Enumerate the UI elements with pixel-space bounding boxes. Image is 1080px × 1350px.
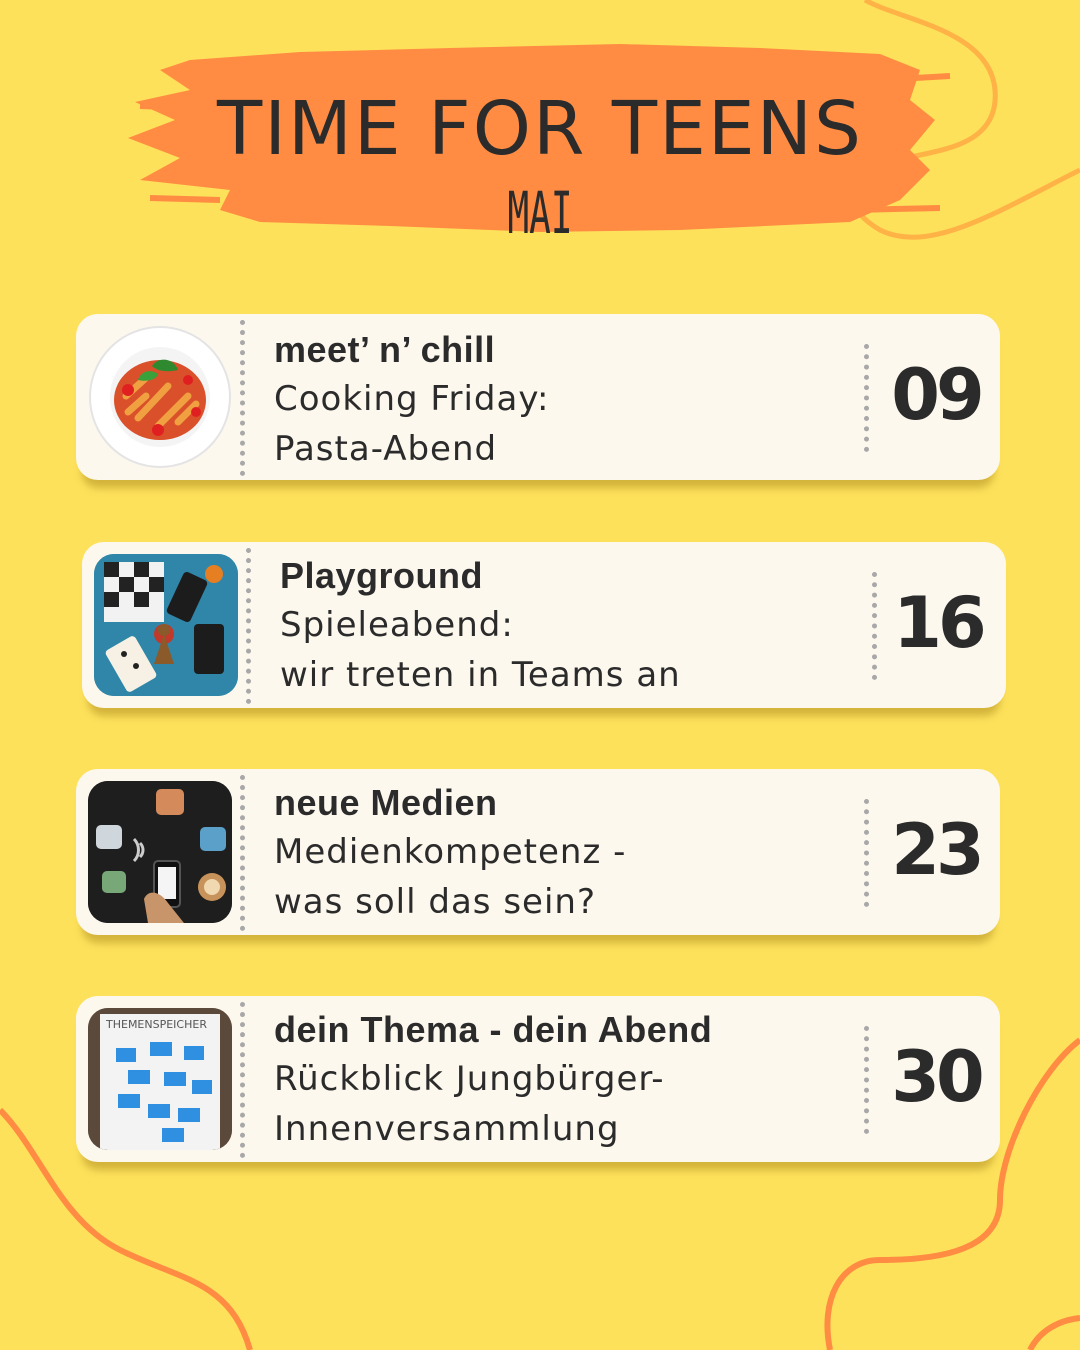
event-subtitle: was soll das sein? bbox=[274, 882, 596, 922]
page-title: TIME FOR TEENS bbox=[217, 86, 863, 172]
event-card[interactable]: meet’ n’ chill Cooking Friday: Pasta-Abe… bbox=[76, 314, 1000, 480]
header: TIME FOR TEENS MAI bbox=[120, 40, 960, 247]
event-title: Rückblick Jungbürger- bbox=[274, 1059, 665, 1099]
event-category: dein Thema - dein Abend bbox=[274, 1009, 713, 1050]
event-day: 30 bbox=[891, 1036, 984, 1118]
event-title: Cooking Friday: bbox=[274, 379, 550, 419]
pasta-plate-photo bbox=[88, 326, 232, 468]
board-heading: THEMENSPEICHER bbox=[105, 1018, 207, 1031]
dotted-divider bbox=[864, 344, 869, 452]
smartphone-apps-photo bbox=[88, 781, 232, 923]
event-title: Medienkompetenz - bbox=[274, 832, 627, 872]
event-category: Playground bbox=[280, 555, 484, 596]
dotted-divider bbox=[246, 548, 251, 704]
dotted-divider bbox=[240, 775, 245, 931]
dotted-divider bbox=[240, 1002, 245, 1158]
themenspeicher-board-photo: THEMENSPEICHER bbox=[88, 1008, 232, 1150]
dotted-divider bbox=[872, 572, 877, 680]
board-games-photo bbox=[94, 554, 238, 696]
event-title: Spieleabend: bbox=[280, 605, 514, 645]
dotted-divider bbox=[240, 320, 245, 476]
event-subtitle: Pasta-Abend bbox=[274, 429, 498, 469]
event-day: 23 bbox=[891, 809, 984, 891]
event-card[interactable]: THEMENSPEICHER dein Thema - dein Abend R… bbox=[76, 996, 1000, 1162]
event-category: neue Medien bbox=[274, 782, 498, 823]
event-card[interactable]: Playground Spieleabend: wir treten in Te… bbox=[82, 542, 1006, 708]
month-subtitle: MAI bbox=[507, 179, 573, 247]
event-subtitle: Innenversammlung bbox=[274, 1109, 620, 1149]
event-subtitle: wir treten in Teams an bbox=[280, 655, 681, 695]
dotted-divider bbox=[864, 799, 869, 907]
event-day: 16 bbox=[893, 582, 986, 664]
event-category: meet’ n’ chill bbox=[274, 329, 496, 370]
event-day: 09 bbox=[891, 354, 984, 436]
event-card[interactable]: neue Medien Medienkompetenz - was soll d… bbox=[76, 769, 1000, 935]
dotted-divider bbox=[864, 1026, 869, 1134]
